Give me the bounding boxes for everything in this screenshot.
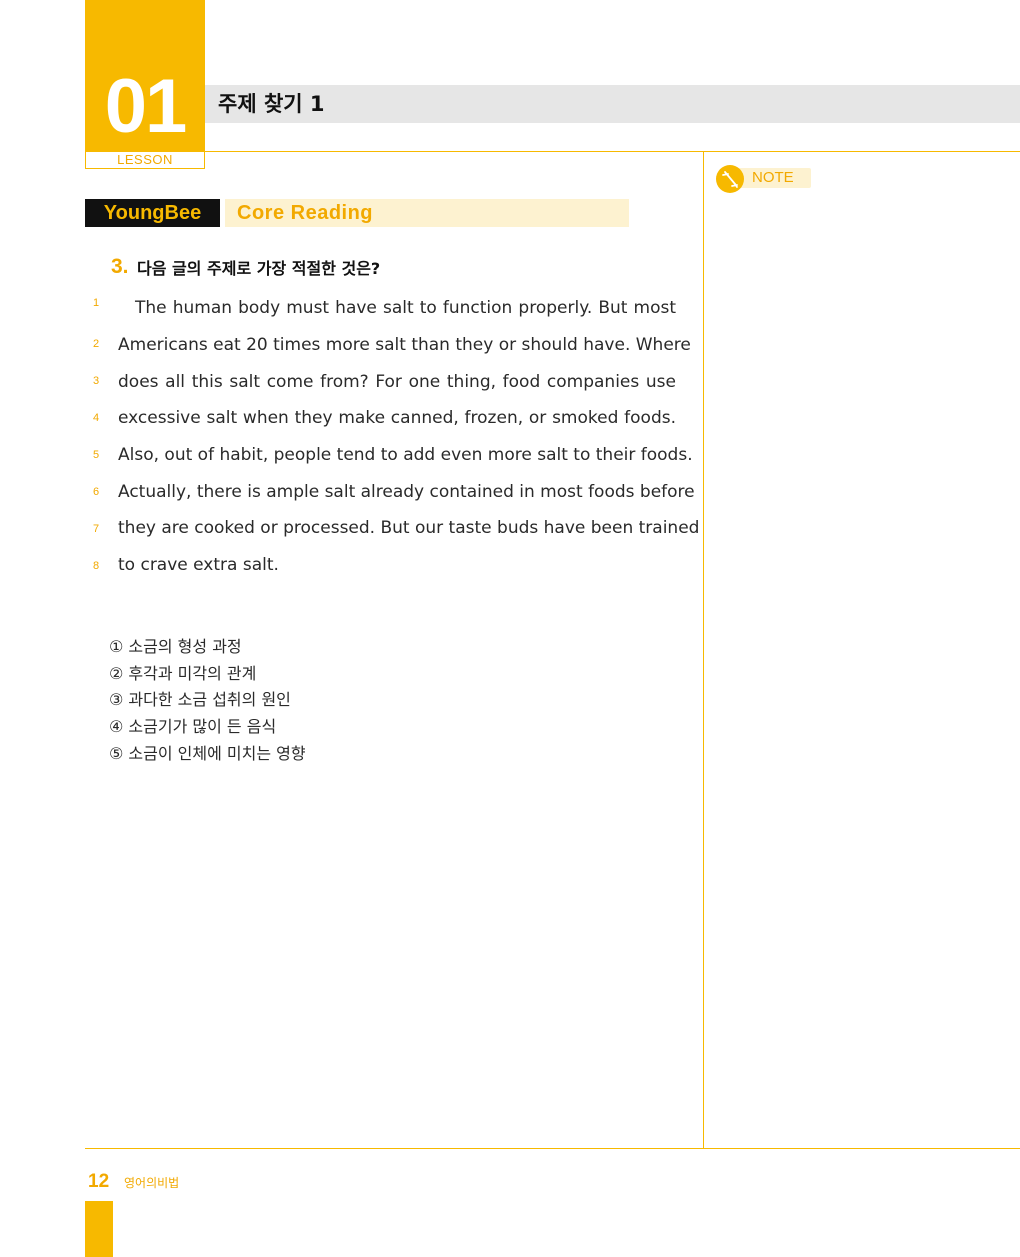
option-1[interactable]: ① 소금의 형성 과정 <box>109 636 242 658</box>
pencil-icon <box>716 165 744 193</box>
column-divider <box>703 151 704 1148</box>
lesson-label: LESSON <box>85 152 205 169</box>
passage-line: Americans eat 20 times more salt than th… <box>118 335 691 355</box>
question-prompt: 다음 글의 주제로 가장 적절한 것은? <box>137 259 381 278</box>
question-number: 3. <box>111 255 129 278</box>
line-number: 4 <box>92 412 100 424</box>
footer-divider <box>85 1148 1020 1149</box>
section-label: Core Reading <box>225 199 629 227</box>
passage-line: does all this salt come from? For one th… <box>118 372 676 392</box>
book-title: 영어의비법 <box>124 1176 180 1190</box>
option-4[interactable]: ④ 소금기가 많이 든 음식 <box>109 716 276 738</box>
line-number: 6 <box>92 486 100 498</box>
page-number: 12 <box>88 1171 110 1192</box>
passage-line: Also, out of habit, people tend to add e… <box>118 445 693 465</box>
option-5[interactable]: ⑤ 소금이 인체에 미치는 영향 <box>109 743 306 765</box>
line-number: 3 <box>92 375 100 387</box>
passage-line: excessive salt when they make canned, fr… <box>118 408 676 428</box>
lesson-number: 01 <box>104 64 188 149</box>
passage-line: Actually, there is ample salt already co… <box>118 482 695 502</box>
passage-line: to crave extra salt. <box>118 555 279 575</box>
footer-accent <box>85 1201 113 1257</box>
line-number: 2 <box>92 338 100 350</box>
line-number: 5 <box>92 449 100 461</box>
line-number: 7 <box>92 523 100 535</box>
title-bar <box>205 85 1020 123</box>
option-2[interactable]: ② 후각과 미각의 관계 <box>109 663 256 685</box>
page-title: 주제 찾기 1 <box>218 92 325 116</box>
header-divider <box>205 151 1020 152</box>
passage-line: they are cooked or processed. But our ta… <box>118 518 700 538</box>
passage-line: The human body must have salt to functio… <box>135 298 676 318</box>
line-number: 8 <box>92 560 100 572</box>
brand-label: YoungBee <box>85 199 220 227</box>
option-3[interactable]: ③ 과다한 소금 섭취의 원인 <box>109 689 291 711</box>
line-number: 1 <box>92 297 100 309</box>
note-label: NOTE <box>752 169 794 186</box>
